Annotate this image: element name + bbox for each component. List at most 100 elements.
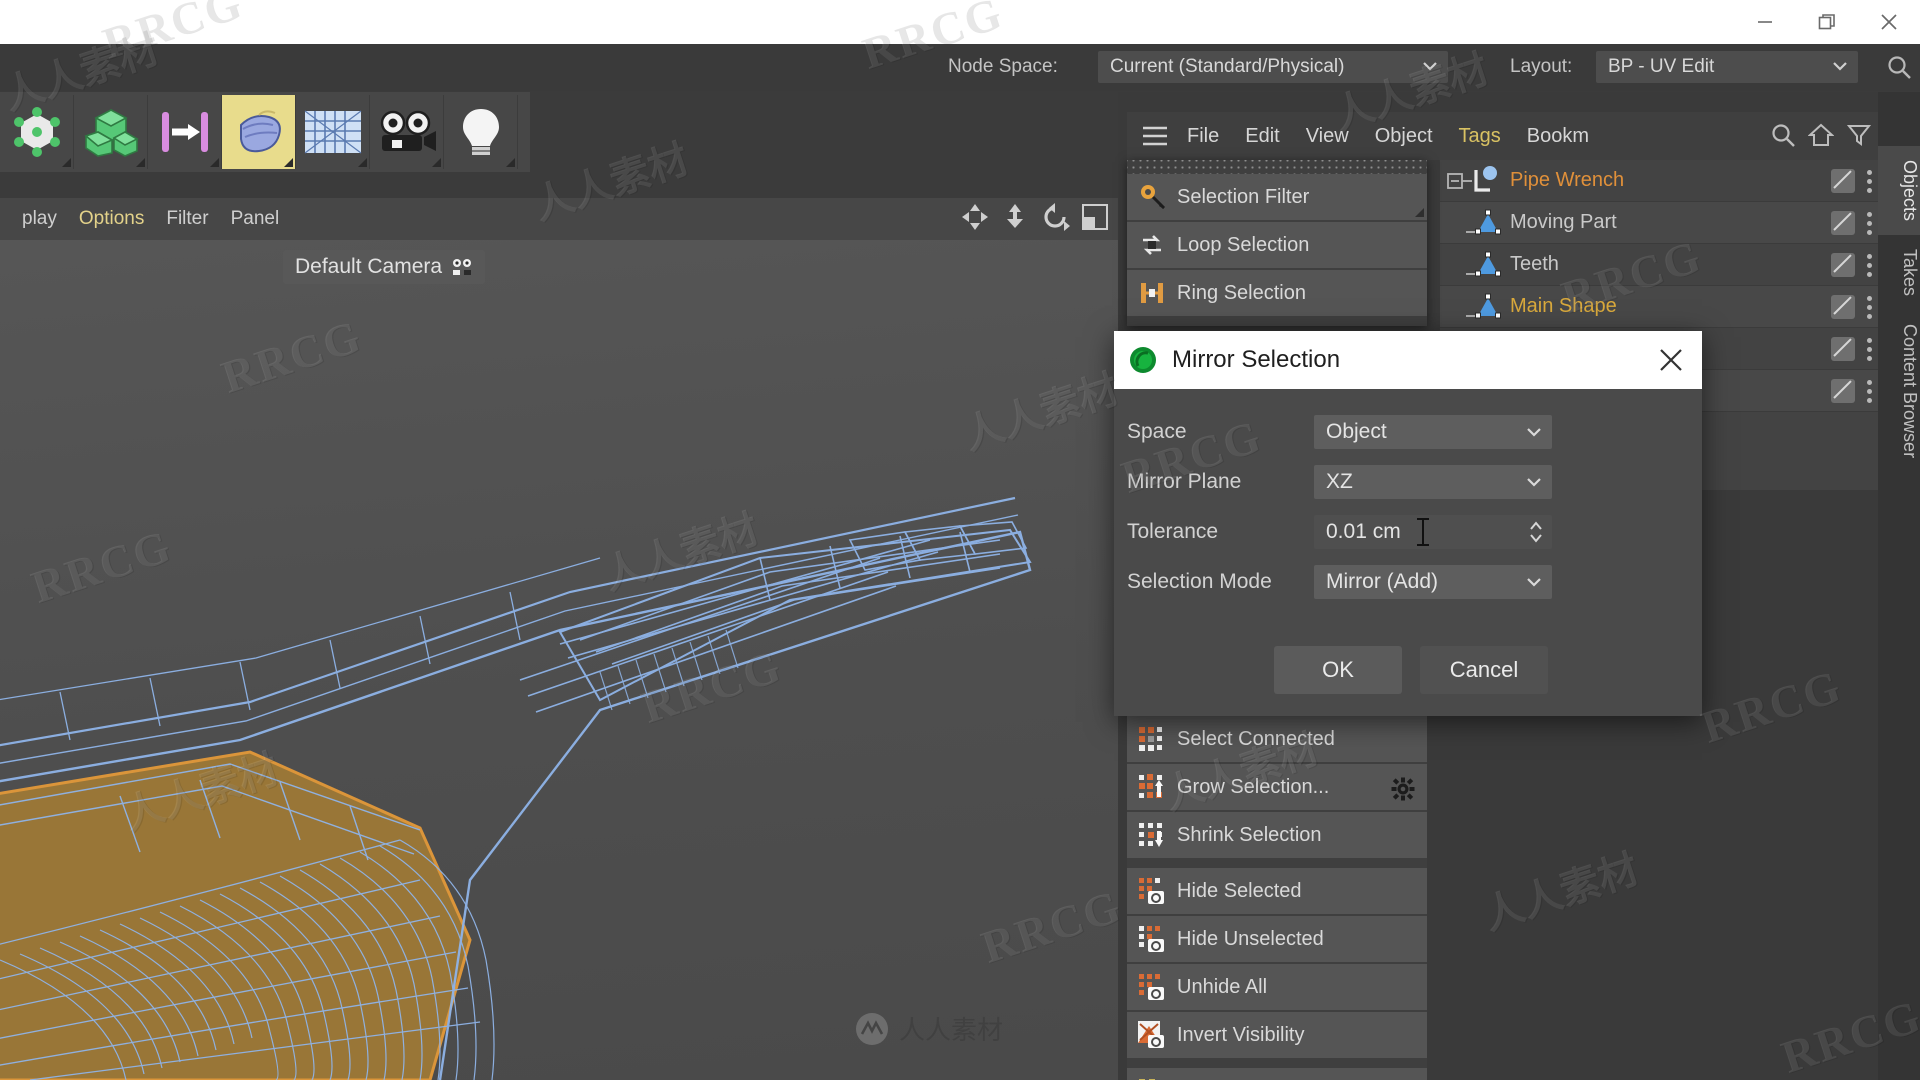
tab-takes[interactable]: Takes	[1878, 235, 1920, 310]
om-tag-icon[interactable]	[1831, 211, 1855, 235]
rotate-icon[interactable]	[1040, 202, 1070, 232]
om-row-teeth[interactable]: Teeth	[1440, 244, 1878, 286]
om-tag-icon[interactable]	[1831, 253, 1855, 277]
viewport-camera-chip[interactable]: Default Camera	[283, 250, 486, 284]
top-strip: Node Space: Current (Standard/Physical) …	[0, 44, 1920, 91]
restore-button[interactable]	[1796, 0, 1858, 44]
om-tag-zone[interactable]	[1831, 202, 1872, 244]
toolbar-item-axis-move[interactable]	[148, 95, 222, 169]
shrink-selection-icon	[1139, 823, 1163, 847]
om-tag-zone[interactable]	[1831, 160, 1872, 202]
dialog-body: Space Object Mirror Plane XZ Tolerance 0…	[1114, 389, 1702, 607]
menu-item-shrink-selection[interactable]: Shrink Selection	[1127, 812, 1427, 860]
viewport-menu-panel[interactable]: Panel	[231, 208, 280, 230]
om-label-pipe-wrench: Pipe Wrench	[1510, 169, 1625, 191]
dialog-label-tolerance: Tolerance	[1127, 520, 1219, 543]
menu-item-selection-filter[interactable]: Selection Filter	[1127, 174, 1427, 222]
mirror-plane-dropdown[interactable]: XZ	[1314, 465, 1552, 499]
menu-drag-grip[interactable]	[1127, 160, 1427, 174]
selection-mode-dropdown[interactable]: Mirror (Add)	[1314, 565, 1552, 599]
spinner-arrows-icon[interactable]	[1528, 519, 1544, 545]
search-icon[interactable]	[1770, 122, 1796, 148]
om-menu-object[interactable]: Object	[1375, 125, 1433, 148]
toolbar-item-uv-grid[interactable]	[296, 95, 370, 169]
om-tag-zone[interactable]	[1831, 370, 1872, 412]
viewport-menu-filter[interactable]: Filter	[166, 208, 208, 230]
pan-icon[interactable]	[960, 202, 990, 232]
om-dots-icon[interactable]	[1867, 169, 1872, 193]
cancel-button[interactable]: Cancel	[1420, 646, 1548, 694]
close-icon[interactable]	[1656, 345, 1686, 375]
dialog-row-mirror-plane: Mirror Plane XZ	[1124, 457, 1692, 507]
maximize-icon[interactable]	[1080, 202, 1110, 232]
hide-unselected-icon	[1139, 926, 1164, 952]
om-dots-icon[interactable]	[1867, 295, 1872, 319]
search-icon[interactable]	[1886, 54, 1912, 80]
menu-item-unhide-all[interactable]: Unhide All	[1127, 964, 1427, 1012]
toolbar-item-uv-polygon-edit[interactable]	[222, 95, 296, 169]
om-tag-icon[interactable]	[1831, 379, 1855, 403]
viewport-3d[interactable]: Default Camera 人人素材	[0, 240, 1118, 1080]
toolbar-item-camera[interactable]	[370, 95, 444, 169]
om-tag-zone[interactable]	[1831, 328, 1872, 370]
om-menu-view[interactable]: View	[1306, 125, 1349, 148]
mirror-selection-dialog[interactable]: Mirror Selection Space Object Mirror Pla…	[1114, 331, 1702, 716]
space-dropdown[interactable]: Object	[1314, 415, 1552, 449]
viewport-menu-play[interactable]: play	[22, 208, 57, 230]
dialog-row-tolerance: Tolerance 0.01 cm	[1124, 507, 1692, 557]
tab-objects[interactable]: Objects	[1878, 146, 1920, 236]
selection-popup-menu[interactable]: Selection Filter Loop Selection Ring Sel…	[1127, 160, 1427, 326]
tolerance-input[interactable]: 0.01 cm	[1314, 515, 1552, 549]
om-menu-tags[interactable]: Tags	[1459, 125, 1501, 148]
uv-polygon-icon	[239, 110, 281, 153]
menu-item-hide-selected[interactable]: Hide Selected	[1127, 868, 1427, 916]
ok-button[interactable]: OK	[1274, 646, 1402, 694]
om-dots-icon[interactable]	[1867, 337, 1872, 361]
om-row-pipe-wrench[interactable]: Pipe Wrench	[1440, 160, 1878, 202]
om-tag-zone[interactable]	[1831, 286, 1872, 328]
om-menu-file[interactable]: File	[1187, 125, 1219, 148]
gear-icon[interactable]	[1391, 777, 1415, 801]
menu-item-convert-selection[interactable]: Convert Selection	[1127, 1068, 1427, 1080]
om-tag-icon[interactable]	[1831, 295, 1855, 319]
uv-grid-icon	[304, 110, 361, 154]
toolbar-item-light[interactable]	[444, 95, 518, 169]
om-row-moving-part[interactable]: Moving Part	[1440, 202, 1878, 244]
viewport-menu-options[interactable]: Options	[79, 208, 144, 230]
menu-item-grow-selection[interactable]: Grow Selection...	[1127, 764, 1427, 812]
chevron-down-icon	[1423, 62, 1437, 71]
menu-item-hide-unselected[interactable]: Hide Unselected	[1127, 916, 1427, 964]
om-tag-zone[interactable]	[1831, 244, 1872, 286]
om-dots-icon[interactable]	[1867, 379, 1872, 403]
menu-item-select-connected[interactable]: Select Connected	[1127, 716, 1427, 764]
node-space-dropdown[interactable]: Current (Standard/Physical)	[1098, 51, 1448, 83]
om-dots-icon[interactable]	[1867, 211, 1872, 235]
om-label-moving-part: Moving Part	[1510, 211, 1617, 233]
polygon-object-icon	[1466, 251, 1501, 276]
om-menu-bookmarks[interactable]: Bookm	[1527, 125, 1589, 148]
dialog-titlebar[interactable]: Mirror Selection	[1114, 331, 1702, 389]
app-window: Default Camera 人人素材 play Options Filter …	[0, 0, 1920, 1080]
home-icon[interactable]	[1808, 122, 1834, 148]
menu-item-ring-selection[interactable]: Ring Selection	[1127, 270, 1427, 318]
filter-icon[interactable]	[1846, 122, 1872, 148]
tab-content-browser[interactable]: Content Browser	[1878, 310, 1920, 472]
om-menu-edit[interactable]: Edit	[1245, 125, 1279, 148]
menu-label-shrink-selection: Shrink Selection	[1177, 823, 1322, 846]
toolbar-corner-indicator	[284, 158, 293, 167]
om-dots-icon[interactable]	[1867, 253, 1872, 277]
watermark-badge-text: 人人素材	[899, 1015, 1004, 1045]
menu-item-loop-selection[interactable]: Loop Selection	[1127, 222, 1427, 270]
toolbar-item-points-mode[interactable]	[0, 95, 74, 169]
close-button[interactable]	[1858, 0, 1920, 44]
toolbar-item-polygon-objects[interactable]	[74, 95, 148, 169]
hamburger-icon[interactable]	[1141, 125, 1169, 147]
layout-dropdown[interactable]: BP - UV Edit	[1596, 51, 1858, 83]
zoom-icon[interactable]	[1000, 202, 1030, 232]
selection-popup-menu-lower[interactable]: Select Connected Grow Selection... Shrin…	[1127, 716, 1427, 1080]
om-row-main-shape[interactable]: Main Shape	[1440, 286, 1878, 328]
menu-item-invert-visibility[interactable]: Invert Visibility	[1127, 1012, 1427, 1060]
minimize-button[interactable]	[1734, 0, 1796, 44]
om-tag-icon[interactable]	[1831, 337, 1855, 361]
om-tag-icon[interactable]	[1831, 169, 1855, 193]
